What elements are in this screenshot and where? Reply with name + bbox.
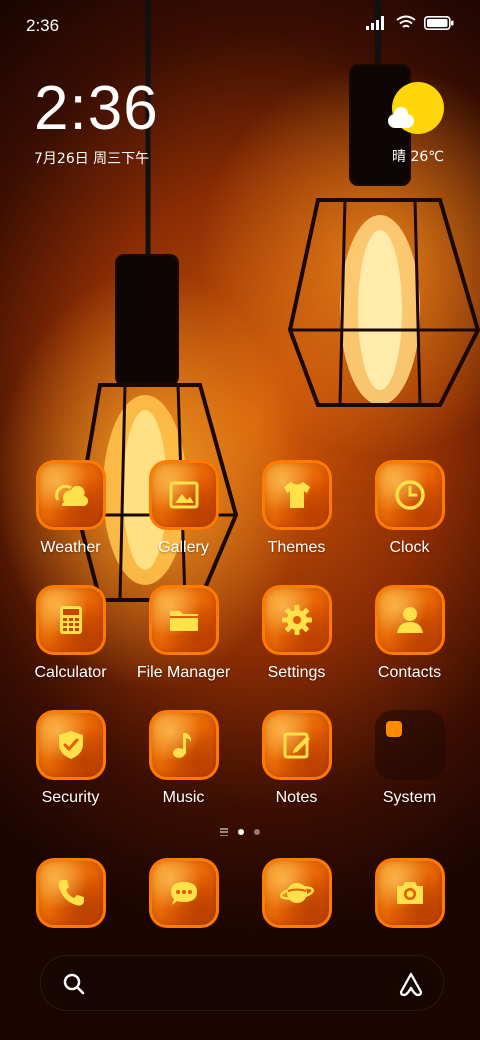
app-label: System (382, 789, 437, 806)
themes-app-icon (261, 460, 332, 530)
music-note-icon (172, 733, 191, 758)
app-themes[interactable]: Themes (240, 460, 353, 557)
weather-summary: 晴 26℃ (392, 146, 444, 166)
battery-icon (424, 15, 454, 30)
weather-widget[interactable]: 晴 26℃ (354, 82, 444, 172)
clock-widget[interactable]: 2:36 7月26日 周三下午 (34, 78, 159, 168)
chat-bubble-icon (170, 882, 197, 905)
app-label: Clock (389, 539, 430, 556)
camera-icon (396, 882, 423, 904)
phone-app-icon (35, 858, 106, 928)
dock-phone[interactable] (14, 858, 127, 928)
app-label: Calculator (34, 664, 107, 681)
app-label: Settings (267, 664, 326, 681)
search-icon[interactable] (61, 971, 87, 997)
app-gallery[interactable]: Gallery (127, 460, 240, 557)
app-security[interactable]: Security (14, 710, 127, 807)
widget-date: 7月26日 周三下午 (34, 151, 150, 167)
calculator-app-icon (35, 585, 106, 655)
security-app-icon (35, 710, 106, 780)
shield-check-icon (58, 731, 83, 759)
folder-grid-icon (385, 721, 402, 737)
app-label: Gallery (158, 539, 209, 556)
search-bar[interactable] (40, 955, 444, 1011)
app-calculator[interactable]: Calculator (14, 585, 127, 682)
pencil-note-icon (283, 732, 310, 759)
app-music[interactable]: Music (127, 710, 240, 807)
signal-icon (366, 15, 384, 30)
contacts-app-icon (374, 585, 445, 655)
app-label: Music (162, 789, 205, 806)
dock-messages[interactable] (127, 858, 240, 928)
app-contacts[interactable]: Contacts (353, 585, 466, 682)
weather-icon (54, 484, 88, 507)
app-settings[interactable]: Settings (240, 585, 353, 682)
gear-icon (281, 605, 312, 635)
clock-icon (394, 480, 425, 510)
weather-app-icon (35, 460, 106, 530)
music-app-icon (148, 710, 219, 780)
wifi-icon (396, 15, 416, 28)
app-weather[interactable]: Weather (14, 460, 127, 557)
app-label: Security (41, 789, 100, 806)
settings-app-icon (261, 585, 332, 655)
gallery-icon (169, 481, 198, 509)
page-indicator[interactable] (0, 828, 480, 836)
app-notes[interactable]: Notes (240, 710, 353, 807)
weather-condition: 晴 (392, 149, 406, 165)
app-label: Notes (275, 789, 318, 806)
notes-app-icon (261, 710, 332, 780)
camera-app-icon (374, 858, 445, 928)
assistant-icon[interactable] (397, 970, 425, 998)
folder-icon (169, 611, 198, 631)
page-dot (254, 829, 260, 835)
tshirt-icon (283, 482, 310, 508)
page-dot-active (238, 829, 244, 835)
weather-temperature: 26℃ (410, 149, 444, 165)
status-time: 2:36 (26, 16, 60, 35)
browser-app-icon (261, 858, 332, 928)
clock-app-icon (374, 460, 445, 530)
calculator-icon (59, 606, 82, 634)
app-label: File Manager (136, 664, 231, 681)
status-bar: 2:36 (0, 0, 480, 50)
app-label: Weather (40, 539, 101, 556)
app-label: Contacts (377, 664, 442, 681)
messages-app-icon (148, 858, 219, 928)
system-folder-icon (374, 710, 445, 780)
cloud-icon (388, 107, 414, 128)
file-manager-app-icon (148, 585, 219, 655)
menu-lines-icon (220, 828, 228, 836)
widget-time: 2:36 (34, 74, 159, 143)
app-folder-system[interactable]: System (353, 710, 466, 807)
status-icons (366, 15, 454, 30)
person-icon (396, 607, 423, 633)
planet-icon (279, 883, 314, 903)
app-file-manager[interactable]: File Manager (127, 585, 240, 682)
dock-camera[interactable] (353, 858, 466, 928)
gallery-app-icon (148, 460, 219, 530)
phone-icon (58, 880, 84, 906)
app-clock[interactable]: Clock (353, 460, 466, 557)
app-label: Themes (267, 539, 326, 556)
dock-browser[interactable] (240, 858, 353, 928)
